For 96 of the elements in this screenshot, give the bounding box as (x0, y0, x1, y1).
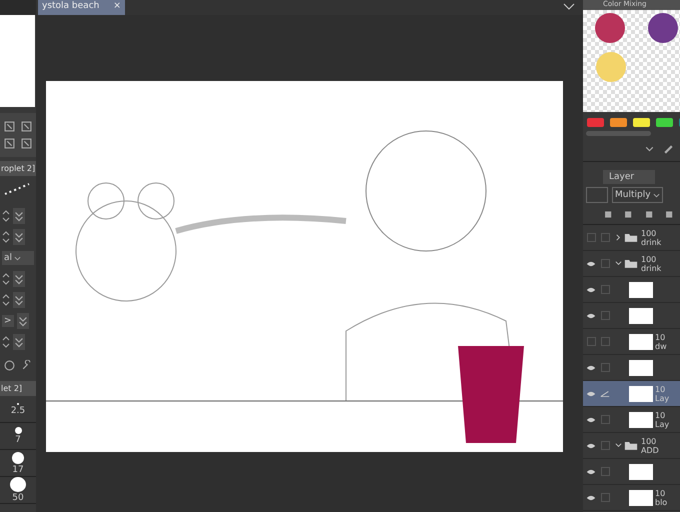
layer-name: drink (641, 238, 662, 246)
lock-checkbox[interactable] (600, 467, 610, 476)
eye-icon[interactable] (586, 416, 596, 424)
document-tab[interactable]: ystola beach × (38, 0, 125, 15)
layer-name: Lay (655, 394, 670, 402)
layer-thumbnail (629, 464, 653, 480)
lock-checkbox[interactable] (600, 285, 610, 294)
transform-icon[interactable] (4, 121, 15, 132)
layer-name: ADD (641, 446, 659, 454)
layer-row[interactable]: 10 blo (583, 485, 680, 511)
scrollbar[interactable] (586, 131, 651, 136)
drawing-canvas[interactable] (46, 81, 563, 452)
spinner-icon[interactable] (2, 209, 10, 223)
color-mixing-area[interactable] (583, 10, 680, 112)
lock-checkbox[interactable] (600, 259, 610, 268)
spinner-icon[interactable] (2, 272, 10, 286)
clock-icon[interactable] (4, 360, 15, 371)
chevron-down-icon[interactable] (563, 3, 575, 11)
eye-icon[interactable] (586, 442, 596, 450)
layer-opacity: 100 (641, 228, 658, 238)
layer-row[interactable]: 100 drink (583, 225, 680, 251)
layer-name: drink (641, 264, 662, 272)
layer-thumbnail (629, 334, 653, 350)
color-swatch[interactable] (587, 118, 604, 127)
toggle-icon[interactable] (13, 229, 25, 245)
layer-row[interactable]: 100 drink (583, 251, 680, 277)
spinner-icon[interactable] (2, 293, 10, 307)
color-swatch[interactable] (633, 118, 650, 127)
layer-tool-icon[interactable] (664, 209, 674, 220)
layer-tool-icon[interactable] (644, 209, 654, 220)
layer-opacity: 100 (641, 436, 658, 446)
toggle-icon[interactable] (16, 313, 29, 329)
layer-row[interactable]: 100 ADD (583, 433, 680, 459)
lock-checkbox[interactable] (600, 337, 610, 346)
layer-tool-icon[interactable] (603, 209, 614, 220)
lock-checkbox[interactable] (600, 363, 610, 372)
eye-icon[interactable] (586, 494, 596, 502)
visibility-checkbox[interactable] (586, 233, 596, 242)
lock-checkbox[interactable] (600, 441, 610, 450)
eye-icon[interactable] (586, 468, 596, 476)
chevron-right-icon[interactable] (615, 234, 622, 241)
layer-thumbnail (629, 386, 653, 402)
toggle-icon[interactable] (13, 208, 25, 224)
layer-thumbnail (629, 308, 653, 324)
lock-checkbox[interactable] (600, 233, 610, 242)
eye-icon[interactable] (586, 260, 596, 268)
eye-icon[interactable] (586, 286, 596, 294)
layer-opacity: 10 (655, 384, 666, 394)
layer-thumbnail (629, 282, 653, 298)
transform-icon[interactable] (21, 138, 32, 149)
color-box[interactable] (586, 187, 608, 203)
color-swatch[interactable] (610, 118, 627, 127)
pen-icon[interactable] (663, 144, 674, 155)
eye-icon[interactable] (586, 312, 596, 320)
layer-tab[interactable]: Layer (603, 170, 655, 184)
spinner-icon[interactable] (2, 230, 10, 244)
layer-opacity: 100 (641, 254, 658, 264)
layer-opacity: 10 (655, 332, 666, 342)
folder-icon (624, 232, 638, 243)
layer-name: blo (655, 498, 668, 506)
lock-checkbox[interactable] (600, 311, 610, 320)
lock-checkbox[interactable] (600, 493, 610, 502)
layer-row[interactable]: 10 dw (583, 329, 680, 355)
folder-icon (624, 258, 638, 269)
layer-tool-icon[interactable] (623, 209, 634, 220)
pen-icon (600, 390, 610, 398)
brush-size-tab[interactable]: let 2] (0, 381, 36, 396)
layer-name: dw (655, 342, 667, 350)
layer-row[interactable]: 10 Lay (583, 407, 680, 433)
caret-icon (14, 256, 22, 260)
toggle-icon[interactable] (13, 292, 25, 308)
blend-mode-dropdown[interactable]: Multiply (612, 187, 663, 203)
layer-opacity: 10 (655, 488, 666, 498)
arrow-button[interactable]: > (2, 315, 14, 327)
eye-icon[interactable] (586, 390, 596, 398)
layer-thumbnail (629, 360, 653, 376)
color-swatch[interactable] (656, 118, 673, 127)
folder-icon (624, 440, 638, 451)
chevron-down-icon[interactable] (615, 442, 622, 449)
lock-checkbox[interactable] (600, 415, 610, 424)
layer-thumbnail (629, 490, 653, 506)
layer-thumbnail (629, 412, 653, 428)
toggle-icon[interactable] (13, 334, 25, 350)
transform-icon[interactable] (4, 138, 15, 149)
transform-icon[interactable] (21, 121, 32, 132)
spinner-icon[interactable] (2, 335, 10, 349)
toggle-icon[interactable] (13, 271, 25, 287)
caret-icon (652, 192, 660, 198)
chevron-down-icon[interactable] (615, 260, 622, 267)
wrench-icon[interactable] (21, 360, 32, 371)
layer-opacity: 10 (655, 410, 666, 420)
layer-name: Lay (655, 420, 670, 428)
eye-icon[interactable] (586, 364, 596, 372)
dropdown[interactable]: al (2, 251, 34, 265)
visibility-checkbox[interactable] (586, 337, 596, 346)
subtool-tab[interactable]: roplet 2] (0, 161, 36, 176)
